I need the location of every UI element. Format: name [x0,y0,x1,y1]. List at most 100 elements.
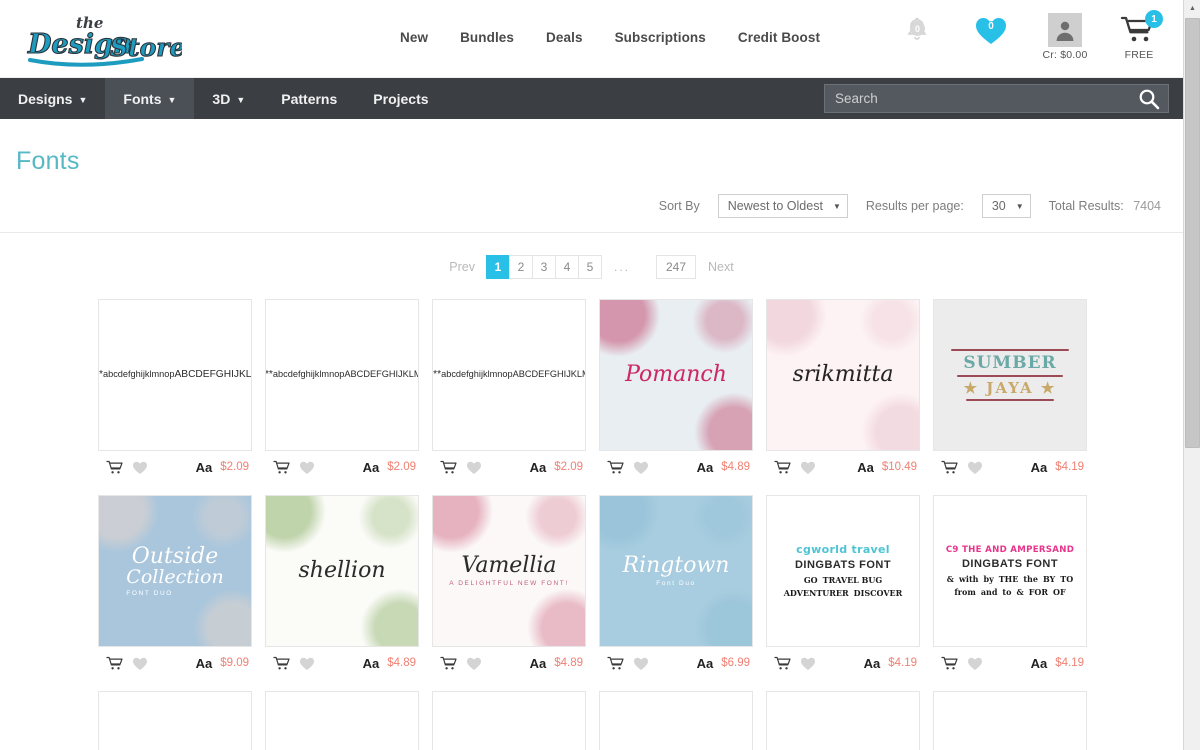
favorite-icon[interactable] [461,460,487,475]
site-logo[interactable]: the Design Store [22,8,182,70]
font-type-label[interactable]: Aa [363,656,380,671]
scroll-up-arrow[interactable]: ▲ [1184,0,1200,17]
pagination-page-3[interactable]: 3 [531,255,556,279]
font-type-label[interactable]: Aa [697,460,714,475]
product-thumbnail[interactable]: C9 LITTLE WORD [265,691,419,750]
add-to-cart-icon[interactable] [936,460,962,475]
cart-button[interactable]: 1 FREE [1113,8,1165,61]
add-to-cart-icon[interactable] [602,460,628,475]
nav-item-new[interactable]: New [400,30,428,45]
product-card[interactable]: srikmitta Aa $10.49 [766,299,920,477]
add-to-cart-icon[interactable] [602,656,628,671]
add-to-cart-icon[interactable] [268,656,294,671]
product-thumbnail[interactable]: cgworld travel DINGBATS FONT GO TRAVEL BU… [766,495,920,647]
sort-by-select[interactable]: Newest to Oldest ▼ [717,194,848,218]
results-per-page-select[interactable]: 30 ▼ [981,194,1031,218]
font-type-label[interactable]: Aa [196,460,213,475]
product-thumbnail[interactable]: CG CHILDREN [933,691,1087,750]
product-card[interactable]: Pomanch Aa $4.89 [599,299,753,477]
product-card[interactable]: NS-Vacation Font***abcdefghijklmnopABCDE… [98,299,252,477]
pagination-page-4[interactable]: 4 [554,255,579,279]
favorite-icon[interactable] [461,656,487,671]
product-card[interactable]: Ringtown Font Duo Aa $6.99 [599,495,753,673]
favorite-icon[interactable] [127,656,153,671]
font-type-label[interactable]: Aa [1031,460,1048,475]
pagination-next[interactable]: Next [696,260,746,274]
product-thumbnail[interactable]: CG OUTER SPACE DINGBATS FONT [98,691,252,750]
nav-item-subscriptions[interactable]: Subscriptions [615,30,706,45]
scrollbar-thumb[interactable] [1185,18,1200,448]
product-card[interactable]: Vamellia A DELIGHTFUL NEW FONT! Aa $4.89 [432,495,586,673]
product-card[interactable]: CG HIPSTER Aa [432,691,586,750]
font-type-label[interactable]: Aa [530,656,547,671]
favorite-icon[interactable] [628,656,654,671]
product-thumbnail[interactable]: CG FAST FOOD [599,691,753,750]
pagination-last-page[interactable]: 247 [656,255,696,279]
subnav-item-fonts[interactable]: Fonts ▼ [105,78,195,119]
product-card[interactable]: CG CHILDREN Aa [933,691,1087,750]
add-to-cart-icon[interactable] [268,460,294,475]
product-card[interactable]: CG DOODLY Aa [766,691,920,750]
product-card[interactable]: C9 THE AND AMPERSAND DINGBATS FONT & with… [933,495,1087,673]
pagination-page-2[interactable]: 2 [508,255,533,279]
product-thumbnail[interactable]: NS-Pennines Font***abcdefghijklmnopABCDE… [265,299,419,451]
subnav-item-projects[interactable]: Projects [355,78,446,119]
search-button[interactable] [1130,84,1168,113]
account-button[interactable]: Cr: $0.00 [1039,8,1091,61]
subnav-item-3d[interactable]: 3D ▼ [194,78,263,119]
favorite-icon[interactable] [127,460,153,475]
page-scrollbar[interactable]: ▲ [1183,0,1200,750]
font-type-label[interactable]: Aa [864,656,881,671]
product-thumbnail[interactable]: Outside Collection FONT DUO [98,495,252,647]
product-card[interactable]: NS-Breezy Island Font***abcdefghijklmnop… [432,299,586,477]
nav-item-credit-boost[interactable]: Credit Boost [738,30,820,45]
product-card[interactable]: NS-Pennines Font***abcdefghijklmnopABCDE… [265,299,419,477]
favorite-icon[interactable] [962,656,988,671]
subnav-item-patterns[interactable]: Patterns [263,78,355,119]
pagination-page-5[interactable]: 5 [577,255,602,279]
font-type-label[interactable]: Aa [363,460,380,475]
product-thumbnail[interactable]: CG HIPSTER [432,691,586,750]
favorite-icon[interactable] [962,460,988,475]
add-to-cart-icon[interactable] [101,460,127,475]
pagination-prev[interactable]: Prev [437,260,487,274]
product-thumbnail[interactable]: Vamellia A DELIGHTFUL NEW FONT! [432,495,586,647]
font-type-label[interactable]: Aa [1031,656,1048,671]
subnav-item-designs[interactable]: Designs ▼ [0,78,105,119]
favorite-icon[interactable] [294,460,320,475]
product-card[interactable]: CG FAST FOOD Aa [599,691,753,750]
search-input[interactable] [825,91,1130,106]
product-thumbnail[interactable]: C9 THE AND AMPERSAND DINGBATS FONT & with… [933,495,1087,647]
font-type-label[interactable]: Aa [196,656,213,671]
product-card[interactable]: shellion Aa $4.89 [265,495,419,673]
nav-item-deals[interactable]: Deals [546,30,583,45]
product-card[interactable]: cgworld travel DINGBATS FONT GO TRAVEL BU… [766,495,920,673]
favorite-icon[interactable] [795,656,821,671]
add-to-cart-icon[interactable] [435,656,461,671]
notifications-button[interactable]: 0 [891,8,943,52]
product-card[interactable]: CG OUTER SPACE DINGBATS FONT Aa [98,691,252,750]
product-thumbnail[interactable]: srikmitta [766,299,920,451]
product-card[interactable]: C9 LITTLE WORD Aa [265,691,419,750]
add-to-cart-icon[interactable] [435,460,461,475]
nav-item-bundles[interactable]: Bundles [460,30,514,45]
add-to-cart-icon[interactable] [769,656,795,671]
add-to-cart-icon[interactable] [936,656,962,671]
product-thumbnail[interactable]: shellion [265,495,419,647]
pagination-page-1[interactable]: 1 [485,255,510,279]
font-type-label[interactable]: Aa [857,460,874,475]
product-card[interactable]: Outside Collection FONT DUO Aa $9.09 [98,495,252,673]
favorite-icon[interactable] [294,656,320,671]
product-thumbnail[interactable]: Pomanch [599,299,753,451]
favorite-icon[interactable] [795,460,821,475]
add-to-cart-icon[interactable] [101,656,127,671]
favorite-icon[interactable] [628,460,654,475]
font-type-label[interactable]: Aa [530,460,547,475]
favorites-button[interactable]: 0 [965,8,1017,52]
font-type-label[interactable]: Aa [697,656,714,671]
product-thumbnail[interactable]: NS-Vacation Font***abcdefghijklmnopABCDE… [98,299,252,451]
product-thumbnail[interactable]: NS-Breezy Island Font***abcdefghijklmnop… [432,299,586,451]
product-thumbnail[interactable]: Ringtown Font Duo [599,495,753,647]
product-thumbnail[interactable]: CG DOODLY [766,691,920,750]
product-card[interactable]: SUMBER ★ JAYA ★ Aa $4.19 [933,299,1087,477]
